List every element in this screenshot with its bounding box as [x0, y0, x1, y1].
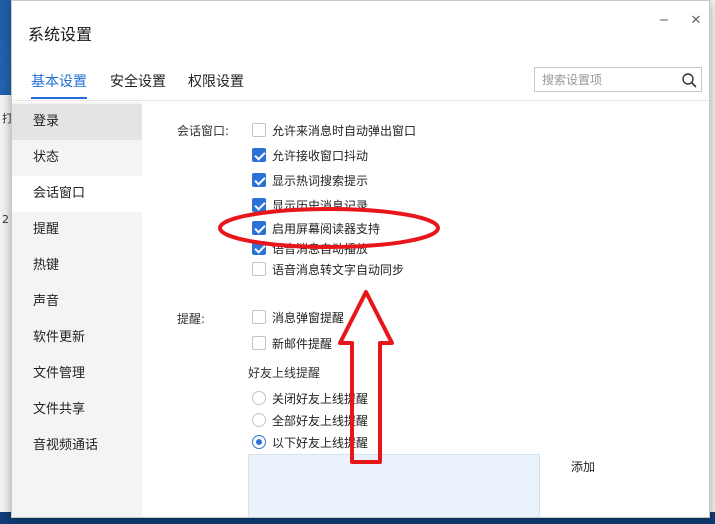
- checkbox[interactable]: [252, 198, 266, 212]
- checkbox[interactable]: [252, 123, 266, 137]
- minimize-button[interactable]: −: [654, 13, 674, 29]
- watermark: Bai 经验 jingyan.baidu.com: [548, 462, 698, 518]
- checkbox-label: 允许来消息时自动弹出窗口: [272, 124, 417, 138]
- tab-permission-settings[interactable]: 权限设置: [188, 71, 244, 97]
- dialog-title: 系统设置: [28, 25, 93, 44]
- watermark-url: jingyan.baidu.com: [548, 496, 650, 509]
- checkbox[interactable]: [252, 221, 266, 235]
- close-button[interactable]: ✕: [686, 13, 706, 29]
- sidebar-item-file-sharing[interactable]: 文件共享: [12, 392, 142, 428]
- radio-label: 以下好友上线提醒: [272, 436, 369, 450]
- section-label-session-window: 会话窗口:: [177, 124, 230, 138]
- radio-label: 关闭好友上线提醒: [272, 392, 369, 406]
- checkbox-label: 语音消息自动播放: [272, 242, 369, 256]
- friend-online-label: 好友上线提醒: [248, 366, 321, 380]
- checkbox-label: 显示热词搜索提示: [272, 174, 369, 188]
- radio-button[interactable]: [252, 435, 266, 449]
- search-icon[interactable]: [681, 72, 697, 88]
- sidebar-item-status[interactable]: 状态: [12, 140, 142, 176]
- settings-content: 会话窗口: 允许来消息时自动弹出窗口 允许接收窗口抖动 显示热词搜索提示 显示历…: [142, 102, 709, 517]
- settings-sidebar: 登录 状态 会话窗口 提醒 热键 声音 软件更新 文件管理 文件共享 音视频通话: [12, 102, 142, 517]
- background-text-fragment: 2: [2, 213, 9, 226]
- sidebar-item-session-window[interactable]: 会话窗口: [12, 176, 142, 212]
- radio-button[interactable]: [252, 413, 266, 427]
- checkbox[interactable]: [252, 262, 266, 276]
- sidebar-item-av-call[interactable]: 音视频通话: [12, 428, 142, 464]
- settings-dialog: 系统设置 − ✕ 基本设置 安全设置 权限设置 登录 状态 会话窗口 提醒 热键…: [11, 0, 710, 518]
- checkbox-label: 消息弹窗提醒: [272, 311, 345, 325]
- watermark-logo: Bai 经验: [592, 470, 689, 495]
- checkbox[interactable]: [252, 310, 266, 324]
- sidebar-item-reminder[interactable]: 提醒: [12, 212, 142, 248]
- sidebar-item-login[interactable]: 登录: [12, 104, 142, 140]
- checkbox-label: 语音消息转文字自动同步: [272, 263, 405, 277]
- sidebar-item-file-management[interactable]: 文件管理: [12, 356, 142, 392]
- checkbox-label: 显示历史消息记录: [272, 199, 369, 213]
- dialog-titlebar: 系统设置 − ✕: [12, 1, 709, 59]
- checkbox-label: 允许接收窗口抖动: [272, 149, 369, 163]
- checkbox[interactable]: [252, 336, 266, 350]
- search-input[interactable]: [535, 68, 675, 91]
- checkbox-label: 新邮件提醒: [272, 337, 333, 351]
- checkbox[interactable]: [252, 241, 266, 255]
- checkbox-label: 启用屏幕阅读器支持: [272, 222, 381, 236]
- tab-security-settings[interactable]: 安全设置: [110, 71, 166, 97]
- sidebar-item-hotkey[interactable]: 热键: [12, 248, 142, 284]
- sidebar-item-sound[interactable]: 声音: [12, 284, 142, 320]
- checkbox[interactable]: [252, 148, 266, 162]
- friend-online-list[interactable]: [248, 454, 540, 517]
- tab-basic-settings[interactable]: 基本设置: [31, 71, 87, 99]
- search-box: [534, 67, 702, 92]
- sidebar-item-software-update[interactable]: 软件更新: [12, 320, 142, 356]
- checkbox[interactable]: [252, 173, 266, 187]
- section-label-reminder: 提醒:: [177, 312, 206, 326]
- radio-label: 全部好友上线提醒: [272, 414, 369, 428]
- radio-button[interactable]: [252, 391, 266, 405]
